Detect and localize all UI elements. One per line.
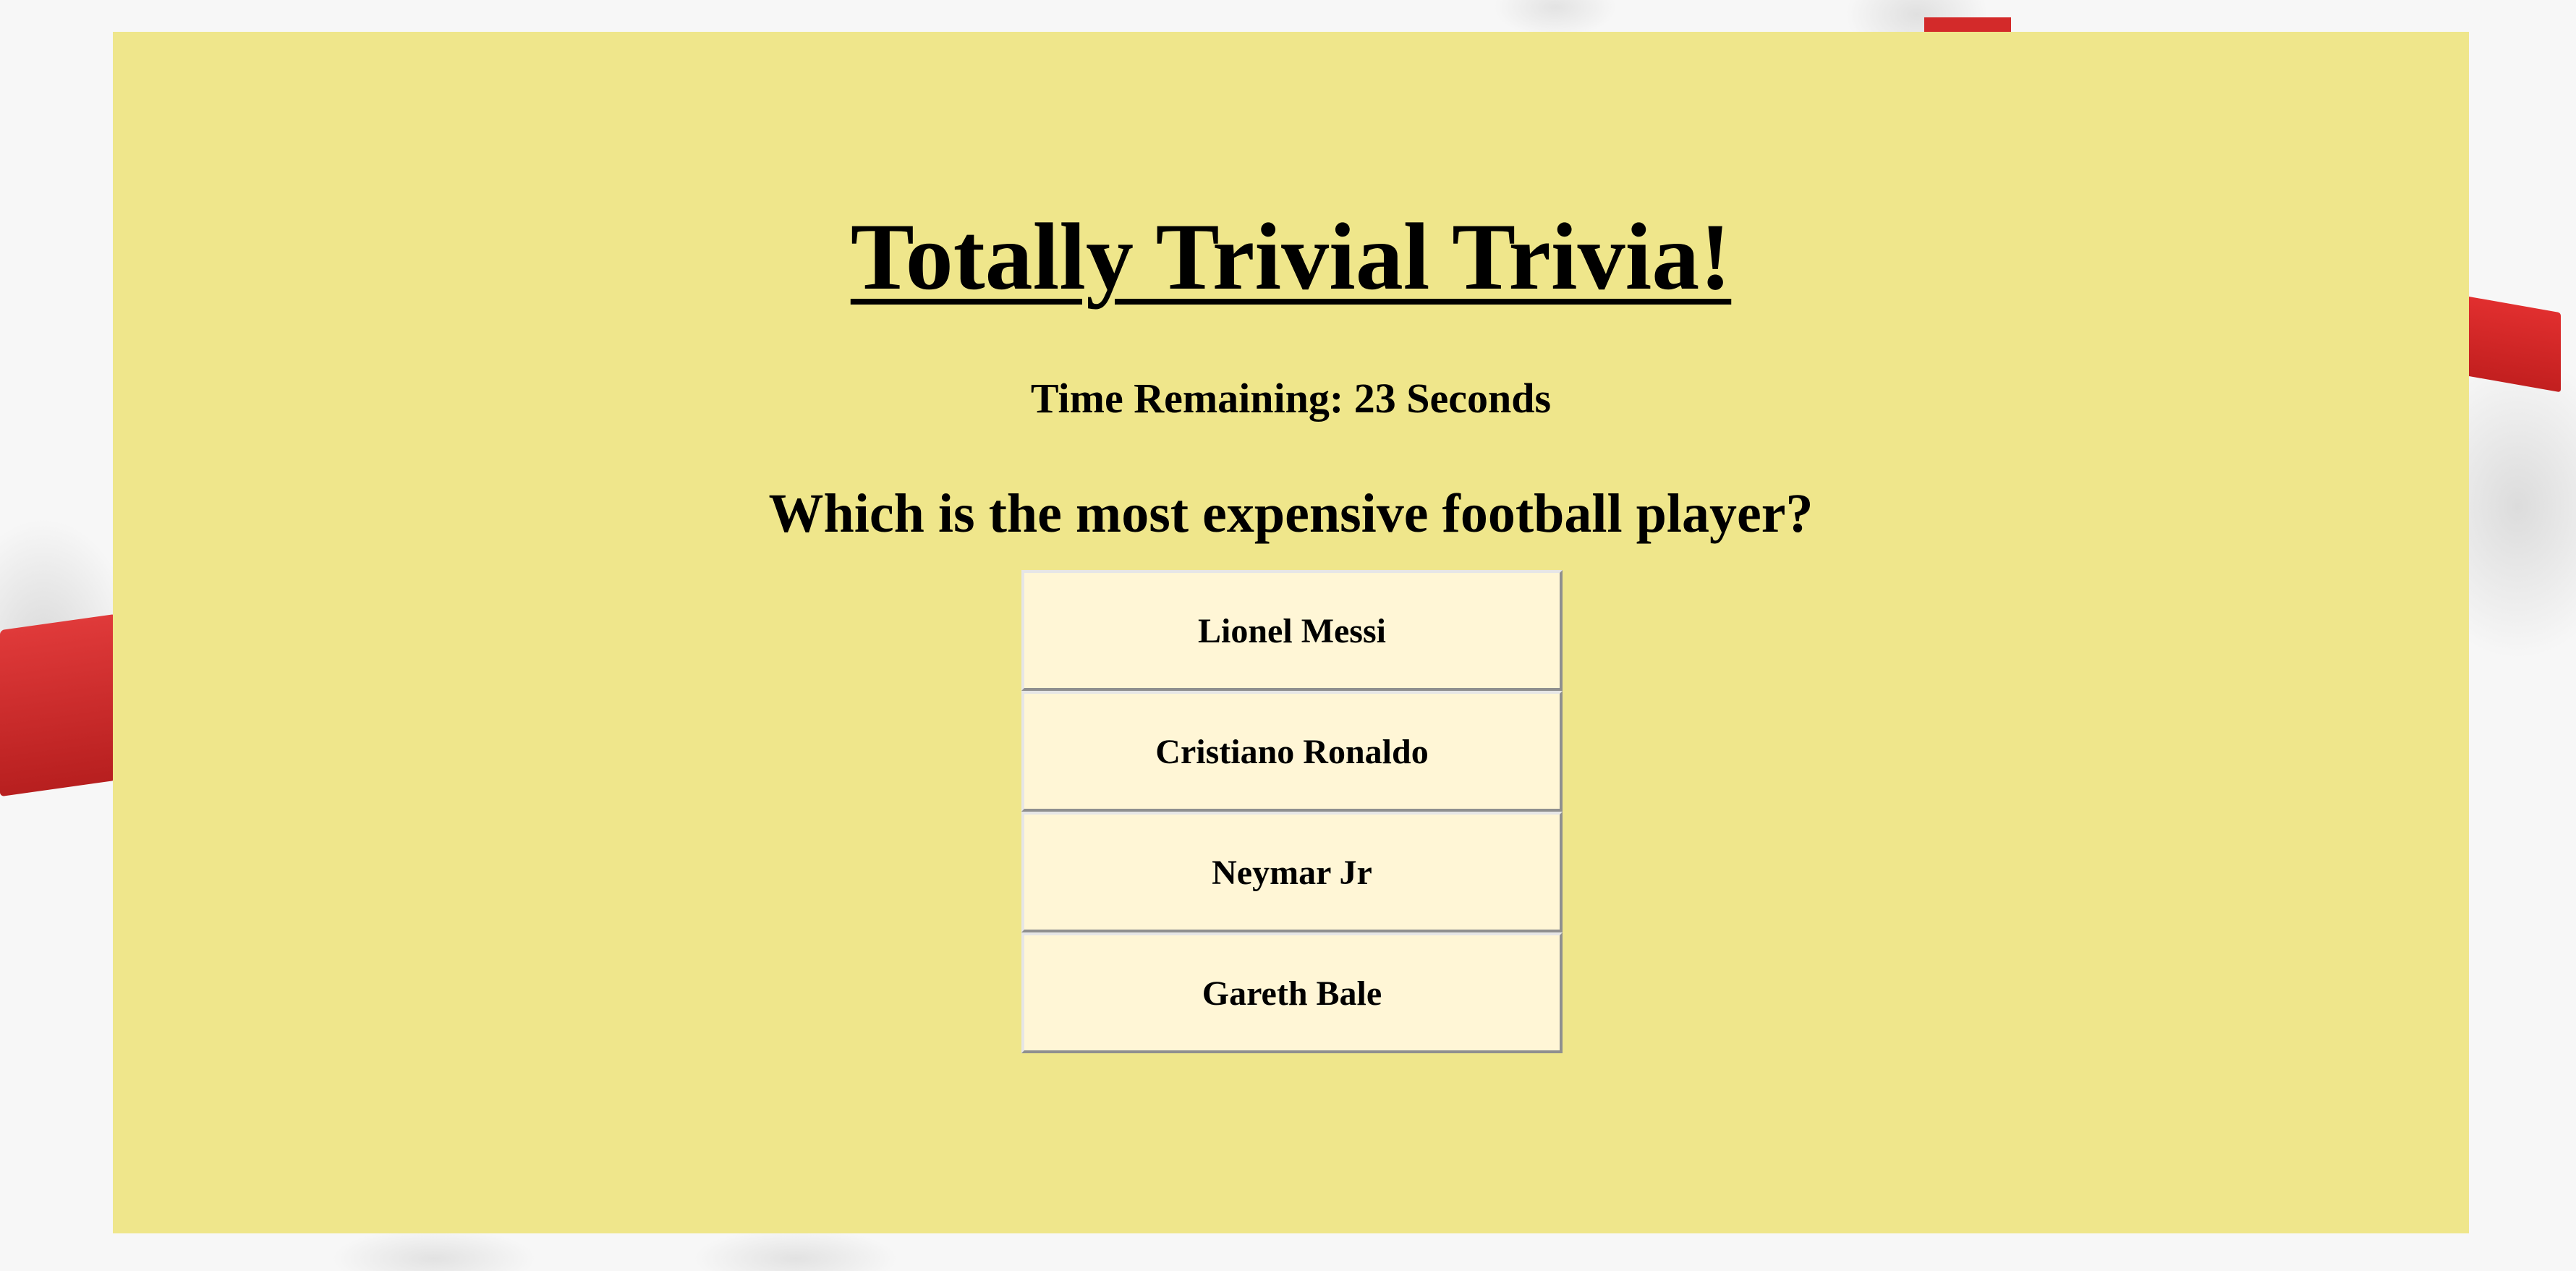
answer-button-gareth-bale[interactable]: Gareth Bale <box>1021 932 1563 1053</box>
background-red-block-right <box>2460 294 2561 393</box>
question-text: Which is the most expensive football pla… <box>768 483 1814 544</box>
answer-button-cristiano-ronaldo[interactable]: Cristiano Ronaldo <box>1021 691 1563 812</box>
answer-list: Lionel Messi Cristiano Ronaldo Neymar Jr… <box>1021 570 1563 1053</box>
time-remaining: Time Remaining: 23 Seconds <box>1030 375 1552 422</box>
answer-button-lionel-messi[interactable]: Lionel Messi <box>1021 570 1563 691</box>
background-red-block-left <box>0 613 116 797</box>
answer-button-neymar-jr[interactable]: Neymar Jr <box>1021 812 1563 932</box>
trivia-panel: Totally Trivial Trivia! Time Remaining: … <box>113 32 2469 1233</box>
page-title: Totally Trivial Trivia! <box>850 203 1732 310</box>
